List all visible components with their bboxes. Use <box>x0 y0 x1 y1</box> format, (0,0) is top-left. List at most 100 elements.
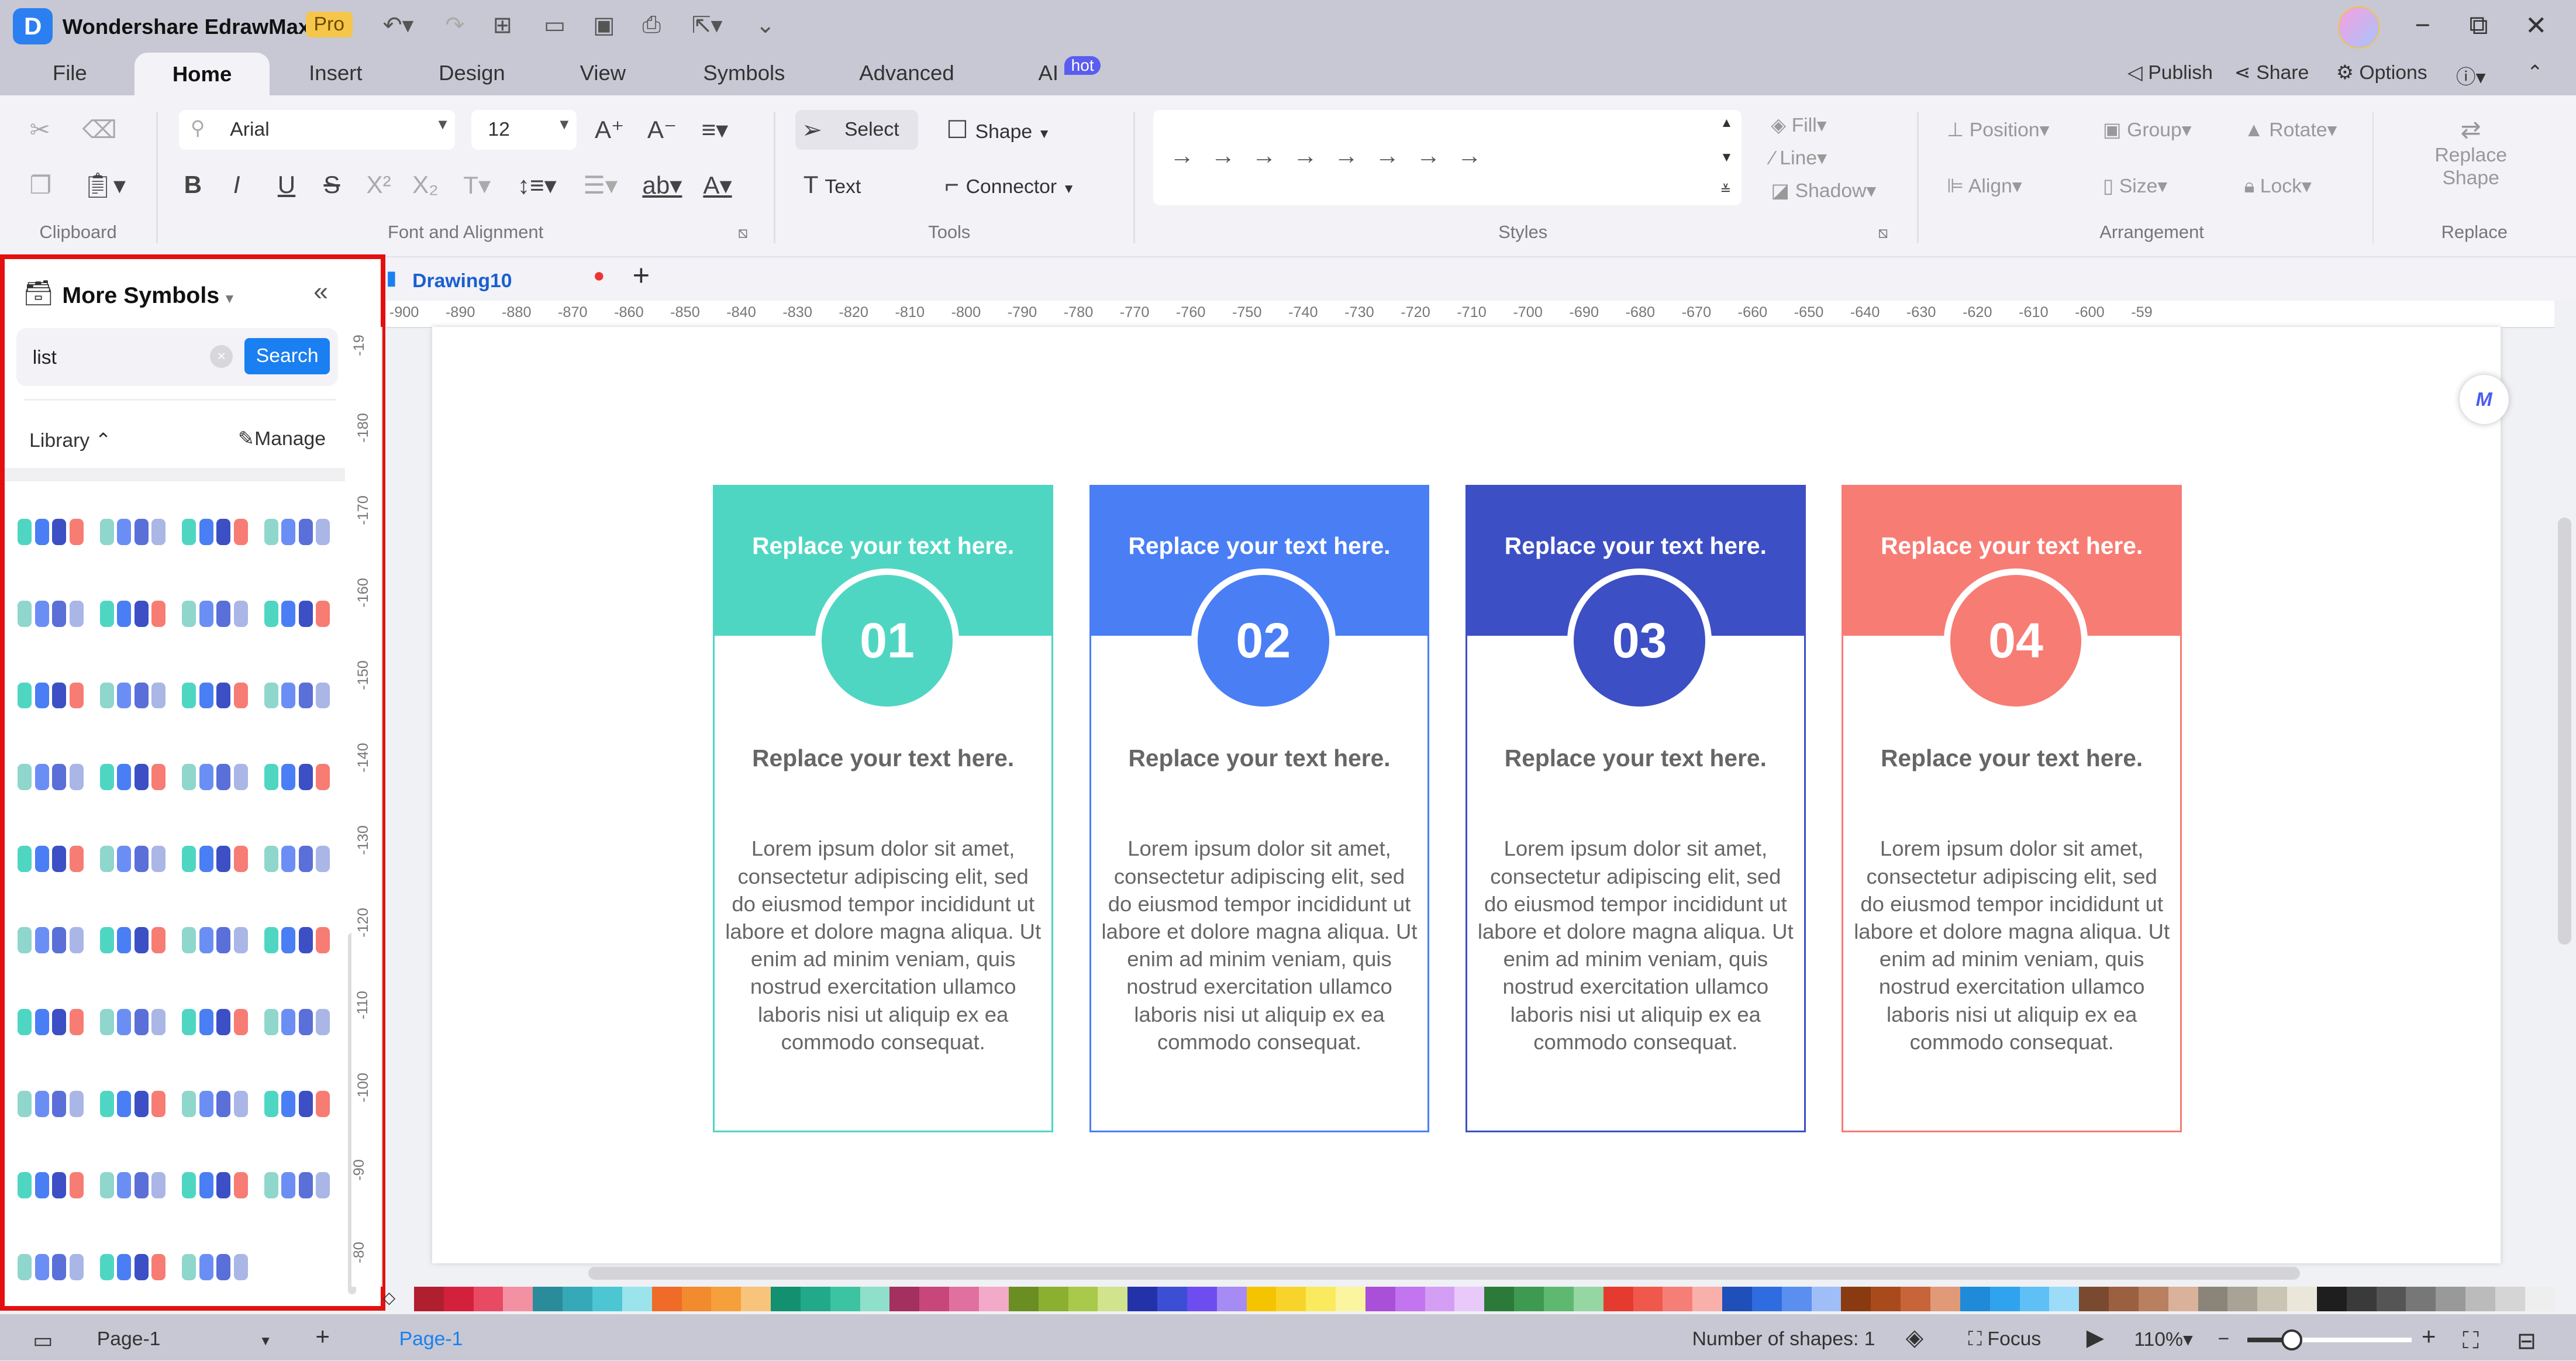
color-swatch[interactable] <box>1246 1286 1277 1311</box>
card-title[interactable]: Replace your text here. <box>1091 532 1428 560</box>
color-swatch[interactable] <box>1573 1286 1603 1311</box>
color-swatch[interactable] <box>1276 1286 1306 1311</box>
zoom-out-icon[interactable]: − <box>2218 1328 2230 1350</box>
library-toggle[interactable]: Library ⌃ <box>29 429 112 452</box>
color-swatch[interactable] <box>1811 1286 1842 1311</box>
undo-icon[interactable]: ↶▾ <box>383 12 414 39</box>
card-subtitle[interactable]: Replace your text here. <box>715 745 1051 772</box>
document-tab[interactable]: Drawing10 <box>412 270 512 292</box>
superscript-icon[interactable]: X² <box>366 171 391 199</box>
customize-icon[interactable]: ⌄ <box>756 12 775 39</box>
tab-symbols[interactable]: Symbols <box>703 61 785 85</box>
color-swatch[interactable] <box>1989 1286 2020 1311</box>
color-swatch[interactable] <box>2049 1286 2080 1311</box>
symbol-item[interactable] <box>99 1172 166 1199</box>
clear-search-icon[interactable]: × <box>210 344 233 368</box>
list-card[interactable]: Replace your text here. 03 Replace your … <box>1465 484 1806 1132</box>
card-subtitle[interactable]: Replace your text here. <box>1091 745 1428 772</box>
color-swatch[interactable] <box>503 1286 533 1311</box>
color-swatch[interactable] <box>533 1286 563 1311</box>
rotate-button[interactable]: ▲ Rotate▾ <box>2244 118 2337 142</box>
tab-advanced[interactable]: Advanced <box>859 61 954 85</box>
color-swatch[interactable] <box>1306 1286 1336 1311</box>
user-avatar[interactable] <box>2337 6 2380 49</box>
decrease-font-icon[interactable]: A⁻ <box>647 115 677 144</box>
text-button[interactable]: T Text <box>804 171 861 199</box>
save-icon[interactable]: ▣ <box>593 12 615 39</box>
fill-button[interactable]: ◈ Fill▾ <box>1771 113 1826 137</box>
open-icon[interactable]: ▭ <box>544 12 565 39</box>
color-swatch[interactable] <box>2316 1286 2347 1311</box>
color-swatch[interactable] <box>1038 1286 1068 1311</box>
size-button[interactable]: ▯ Size▾ <box>2103 174 2167 198</box>
color-swatch[interactable] <box>563 1286 592 1311</box>
color-swatch[interactable] <box>2168 1286 2198 1311</box>
color-swatch[interactable] <box>622 1286 652 1311</box>
color-swatch[interactable] <box>1336 1286 1365 1311</box>
bullets-icon[interactable]: ☰▾ <box>583 171 618 199</box>
color-swatch[interactable] <box>1454 1286 1485 1311</box>
symbol-item[interactable] <box>99 1009 166 1035</box>
font-family-select[interactable]: ⚲ Arial ▼ <box>179 110 456 150</box>
color-swatch[interactable] <box>741 1286 771 1311</box>
page-tab[interactable]: Page-1 <box>399 1328 463 1350</box>
card-number-badge[interactable]: 03 <box>1567 568 1712 713</box>
color-swatch[interactable] <box>2287 1286 2317 1311</box>
publish-button[interactable]: ◁ Publish <box>2127 61 2213 84</box>
line-spacing-icon[interactable]: ↕≡▾ <box>518 171 557 199</box>
symbol-item[interactable] <box>264 845 330 872</box>
symbol-item[interactable] <box>182 764 248 791</box>
manage-button[interactable]: ✎Manage <box>238 427 326 450</box>
align-icon[interactable]: ≡▾ <box>702 115 729 144</box>
horizontal-scrollbar[interactable] <box>588 1266 2300 1280</box>
color-swatch[interactable] <box>1722 1286 1752 1311</box>
symbol-item[interactable] <box>99 927 166 954</box>
shape-button[interactable]: ☐ Shape ▼ <box>946 115 1051 144</box>
color-swatch[interactable] <box>2436 1286 2466 1311</box>
card-body[interactable]: Lorem ipsum dolor sit amet, consectetur … <box>1101 835 1418 1056</box>
color-swatch[interactable] <box>1484 1286 1515 1311</box>
color-swatch[interactable] <box>1960 1286 1990 1311</box>
symbol-item[interactable] <box>264 764 330 791</box>
list-card[interactable]: Replace your text here. 01 Replace your … <box>713 484 1054 1132</box>
symbol-item[interactable] <box>264 1172 330 1199</box>
card-subtitle[interactable]: Replace your text here. <box>1467 745 1804 772</box>
shadow-button[interactable]: ◪ Shadow▾ <box>1771 179 1876 202</box>
focus-button[interactable]: ⛶ Focus <box>1968 1328 2042 1350</box>
color-swatch[interactable] <box>1751 1286 1782 1311</box>
tab-view[interactable]: View <box>580 61 626 85</box>
symbol-item[interactable] <box>264 600 330 627</box>
color-swatch[interactable] <box>889 1286 920 1311</box>
card-title[interactable]: Replace your text here. <box>715 532 1051 560</box>
line-button[interactable]: ⁄ Line▾ <box>1771 146 1827 170</box>
minimize-icon[interactable]: − <box>2415 10 2430 40</box>
collapse-panel-icon[interactable]: « <box>313 276 328 306</box>
card-number-badge[interactable]: 04 <box>1943 568 2088 713</box>
color-swatch[interactable] <box>2257 1286 2288 1311</box>
color-swatch[interactable] <box>2525 1286 2555 1311</box>
options-button[interactable]: ⚙ Options <box>2336 61 2427 84</box>
color-swatch[interactable] <box>413 1286 444 1311</box>
symbol-item[interactable] <box>18 600 84 627</box>
symbol-item[interactable] <box>18 764 84 791</box>
symbol-item[interactable] <box>18 1009 84 1035</box>
text-case-icon[interactable]: T▾ <box>463 171 491 199</box>
color-swatch[interactable] <box>2376 1286 2406 1311</box>
restore-icon[interactable]: ⧉ <box>2469 10 2488 40</box>
symbol-item[interactable] <box>182 1009 248 1035</box>
symbol-item[interactable] <box>99 519 166 546</box>
scroll-down-icon[interactable]: ▼ <box>1720 150 1733 165</box>
color-swatch[interactable] <box>2019 1286 2050 1311</box>
color-swatch[interactable] <box>919 1286 950 1311</box>
symbol-item[interactable] <box>99 1253 166 1280</box>
format-painter-icon[interactable]: ⌫ <box>82 115 117 144</box>
symbol-item[interactable] <box>182 682 248 709</box>
vertical-scrollbar[interactable] <box>2558 517 2571 945</box>
page-selector[interactable]: Page-1 ▼ <box>97 1328 272 1350</box>
tab-home[interactable]: Home <box>135 52 270 95</box>
color-swatch[interactable] <box>2465 1286 2495 1311</box>
symbol-item[interactable] <box>182 845 248 872</box>
symbol-item[interactable] <box>99 764 166 791</box>
color-swatch[interactable] <box>2109 1286 2139 1311</box>
zoom-slider[interactable] <box>2247 1329 2412 1350</box>
